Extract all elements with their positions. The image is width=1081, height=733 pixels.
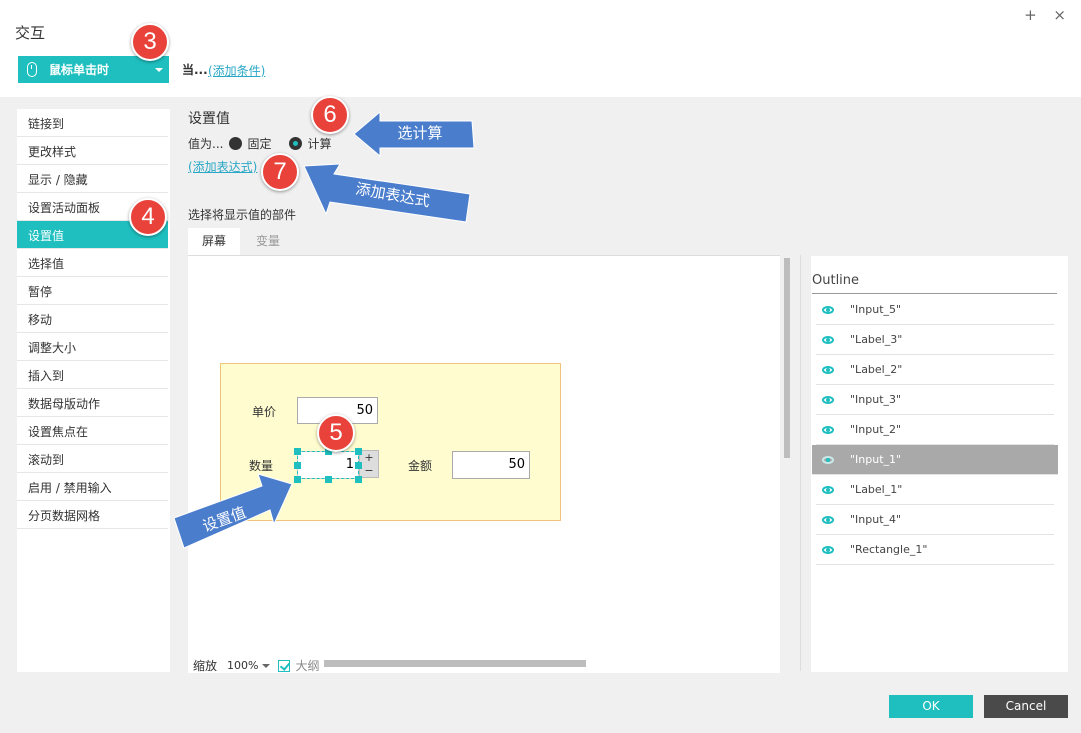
action-item[interactable]: 更改样式	[17, 137, 168, 165]
eye-icon[interactable]	[822, 485, 834, 494]
outline-item-label: "Input_5"	[850, 303, 902, 316]
action-item[interactable]: 启用 / 禁用输入	[17, 473, 168, 501]
outline-toggle-label: 大纲	[295, 659, 320, 673]
tab-variable[interactable]: 变量	[242, 228, 294, 255]
outline-item-selected[interactable]: "Input_1"	[812, 445, 1058, 475]
outline-item-label: "Input_3"	[850, 393, 902, 406]
outline-item[interactable]: "Input_3"	[816, 385, 1054, 415]
outline-title: Outline	[812, 273, 860, 288]
eye-icon[interactable]	[822, 365, 834, 374]
outline-item[interactable]: "Label_2"	[816, 355, 1054, 385]
outline-item[interactable]: "Rectangle_1"	[816, 535, 1054, 565]
window-buttons[interactable]: + ×	[1024, 6, 1072, 24]
zoom-bar: 缩放 100% 大纲	[193, 657, 319, 674]
step-badge: 7	[261, 153, 299, 191]
unit-price-label: 单价	[252, 405, 277, 419]
action-item[interactable]: 滚动到	[17, 445, 168, 473]
event-dropdown-label: 鼠标单击时	[49, 63, 110, 77]
vertical-scrollbar[interactable]	[784, 258, 790, 458]
chevron-down-icon[interactable]	[262, 663, 271, 668]
outline-item-label: "Label_3"	[850, 333, 903, 346]
action-item[interactable]: 暂停	[17, 277, 168, 305]
section-title: 设置值	[188, 111, 230, 127]
outline-checkbox[interactable]	[278, 659, 291, 672]
stepper-plus[interactable]: +	[360, 451, 378, 464]
action-item[interactable]: 设置焦点在	[17, 417, 168, 445]
outline-divider	[812, 293, 1057, 294]
radio-fixed[interactable]	[229, 137, 243, 150]
eye-icon[interactable]	[822, 335, 834, 344]
when-label: 当...	[182, 63, 208, 77]
eye-icon[interactable]	[822, 515, 834, 524]
resize-handle[interactable]	[355, 448, 362, 455]
add-condition-link[interactable]: (添加条件)	[208, 62, 265, 79]
step-badge: 6	[311, 96, 349, 134]
step-badge: 5	[317, 414, 355, 452]
resize-handle[interactable]	[355, 462, 362, 469]
add-expression-link[interactable]: (添加表达式)	[188, 158, 257, 175]
outline-item-label: "Input_4"	[850, 513, 902, 526]
tab-screen[interactable]: 屏幕	[188, 228, 241, 255]
callout-arrow-expr: 添加表达式	[303, 163, 471, 223]
action-item[interactable]: 移动	[17, 305, 168, 333]
outline-item-label: "Label_1"	[850, 483, 903, 496]
action-item[interactable]: 数据母版动作	[17, 389, 168, 417]
radio-calc-label: 计算	[307, 137, 332, 151]
horizontal-scrollbar[interactable]	[324, 660, 586, 667]
divider	[800, 255, 801, 671]
mouse-icon	[27, 62, 37, 77]
resize-handle[interactable]	[294, 448, 301, 455]
callout-text: 选计算	[397, 124, 442, 142]
callout-arrow-set: 设置值	[173, 473, 293, 549]
actions-list: 链接到 更改样式 显示 / 隐藏 设置活动面板 设置值 选择值 暂停 移动 调整…	[17, 109, 170, 672]
action-item[interactable]: 分页数据网格	[17, 501, 168, 529]
outline-item[interactable]: "Input_4"	[816, 505, 1054, 535]
zoom-label: 缩放	[193, 659, 218, 673]
amount-label: 金额	[408, 459, 433, 473]
amount-input[interactable]: 50	[452, 451, 530, 479]
resize-handle[interactable]	[325, 476, 332, 483]
value-type-row: 值为... 固定 计算	[188, 135, 331, 152]
outline-item[interactable]: "Label_3"	[816, 325, 1054, 355]
eye-icon[interactable]	[822, 455, 834, 464]
eye-icon[interactable]	[822, 305, 834, 314]
eye-icon[interactable]	[822, 395, 834, 404]
outline-item[interactable]: "Label_1"	[816, 475, 1054, 505]
outline-item-label: "Input_2"	[850, 423, 902, 436]
radio-calc[interactable]	[289, 137, 303, 150]
selection-box	[297, 451, 359, 479]
step-badge: 3	[131, 23, 169, 61]
zoom-select[interactable]: 100%	[227, 659, 258, 672]
qty-stepper[interactable]: + −	[359, 450, 379, 478]
action-item[interactable]: 调整大小	[17, 333, 168, 361]
step-badge: 4	[129, 198, 167, 236]
widget-picker-label: 选择将显示值的部件	[188, 208, 297, 222]
value-as-label: 值为...	[188, 137, 224, 151]
outline-item-label: "Label_2"	[850, 363, 903, 376]
outline-item[interactable]: "Input_2"	[816, 415, 1054, 445]
dialog-title: 交互	[15, 24, 46, 42]
eye-icon[interactable]	[822, 425, 834, 434]
action-item[interactable]: 显示 / 隐藏	[17, 165, 168, 193]
action-item[interactable]: 选择值	[17, 249, 168, 277]
action-item[interactable]: 链接到	[17, 109, 168, 137]
outline-item[interactable]: "Input_5"	[816, 295, 1054, 325]
ok-button[interactable]: OK	[889, 695, 973, 718]
stepper-minus[interactable]: −	[360, 464, 378, 477]
radio-fixed-label: 固定	[247, 137, 272, 151]
cancel-button[interactable]: Cancel	[984, 695, 1068, 718]
action-item[interactable]: 插入到	[17, 361, 168, 389]
chevron-down-icon	[155, 68, 163, 72]
outline-item-label: "Rectangle_1"	[850, 543, 928, 556]
outline-item-label: "Input_1"	[850, 453, 902, 466]
resize-handle[interactable]	[355, 476, 362, 483]
callout-arrow-calc: 选计算	[353, 110, 475, 158]
eye-icon[interactable]	[822, 545, 834, 554]
